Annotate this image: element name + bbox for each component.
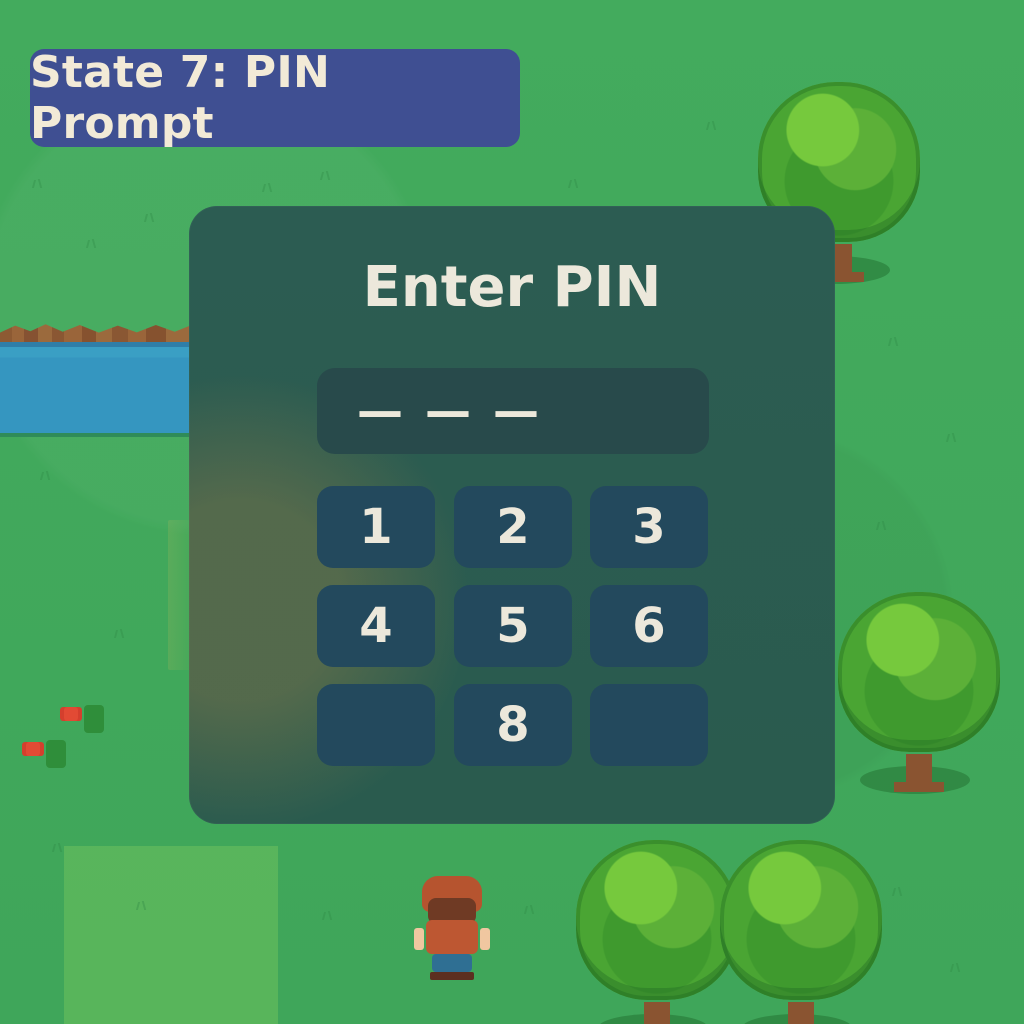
grass-icon bbox=[84, 238, 98, 248]
player-arm-right bbox=[480, 928, 490, 950]
flower-icon bbox=[24, 740, 66, 768]
light-grass-patch bbox=[64, 846, 278, 1024]
flower-leaf bbox=[46, 740, 66, 768]
pin-key-3[interactable]: 3 bbox=[590, 486, 708, 568]
pin-dialog-title: Enter PIN bbox=[362, 255, 662, 320]
tree-root-right bbox=[928, 782, 944, 792]
grass-icon bbox=[944, 432, 958, 442]
grass-icon bbox=[50, 842, 64, 852]
player-body bbox=[426, 920, 478, 954]
flower-icon bbox=[62, 705, 104, 733]
grass-icon bbox=[30, 178, 44, 188]
pin-key-8[interactable]: 8 bbox=[454, 684, 572, 766]
pin-key-blank-right[interactable] bbox=[590, 684, 708, 766]
pin-key-4[interactable]: 4 bbox=[317, 585, 435, 667]
pin-key-blank-left[interactable] bbox=[317, 684, 435, 766]
player-character-icon bbox=[414, 876, 490, 988]
tree-leaves bbox=[838, 592, 1000, 752]
tree-root-left bbox=[894, 782, 910, 792]
grass-icon bbox=[874, 520, 888, 530]
flower-leaf bbox=[84, 705, 104, 733]
tree-trunk bbox=[644, 1002, 670, 1024]
grass-icon bbox=[886, 336, 900, 346]
grass-icon bbox=[142, 212, 156, 222]
grass-icon bbox=[38, 470, 52, 480]
grass-icon bbox=[566, 178, 580, 188]
grass-icon bbox=[704, 120, 718, 130]
player-legs bbox=[432, 954, 472, 972]
pin-display-field[interactable]: — — — bbox=[317, 368, 709, 454]
pin-key-5[interactable]: 5 bbox=[454, 585, 572, 667]
grass-icon bbox=[320, 910, 334, 920]
pin-key-2[interactable]: 2 bbox=[454, 486, 572, 568]
grass-icon bbox=[134, 900, 148, 910]
flower-petal bbox=[26, 742, 40, 756]
grass-icon bbox=[522, 904, 536, 914]
grass-icon bbox=[260, 182, 274, 192]
grass-icon bbox=[112, 628, 126, 638]
tree-icon bbox=[838, 592, 1008, 802]
player-arm-left bbox=[414, 928, 424, 950]
flower-petal bbox=[64, 707, 78, 721]
state-chip: State 7: PIN Prompt bbox=[30, 47, 520, 149]
pin-key-6[interactable]: 6 bbox=[590, 585, 708, 667]
tree-leaves bbox=[576, 840, 738, 1000]
grass-icon bbox=[890, 886, 904, 896]
tree-icon bbox=[720, 840, 890, 1024]
tree-trunk bbox=[788, 1002, 814, 1024]
grass-icon bbox=[948, 962, 962, 972]
pin-key-1[interactable]: 1 bbox=[317, 486, 435, 568]
river bbox=[0, 342, 190, 437]
grass-icon bbox=[318, 170, 332, 180]
tree-leaves bbox=[720, 840, 882, 1000]
player-shoes bbox=[430, 972, 474, 980]
